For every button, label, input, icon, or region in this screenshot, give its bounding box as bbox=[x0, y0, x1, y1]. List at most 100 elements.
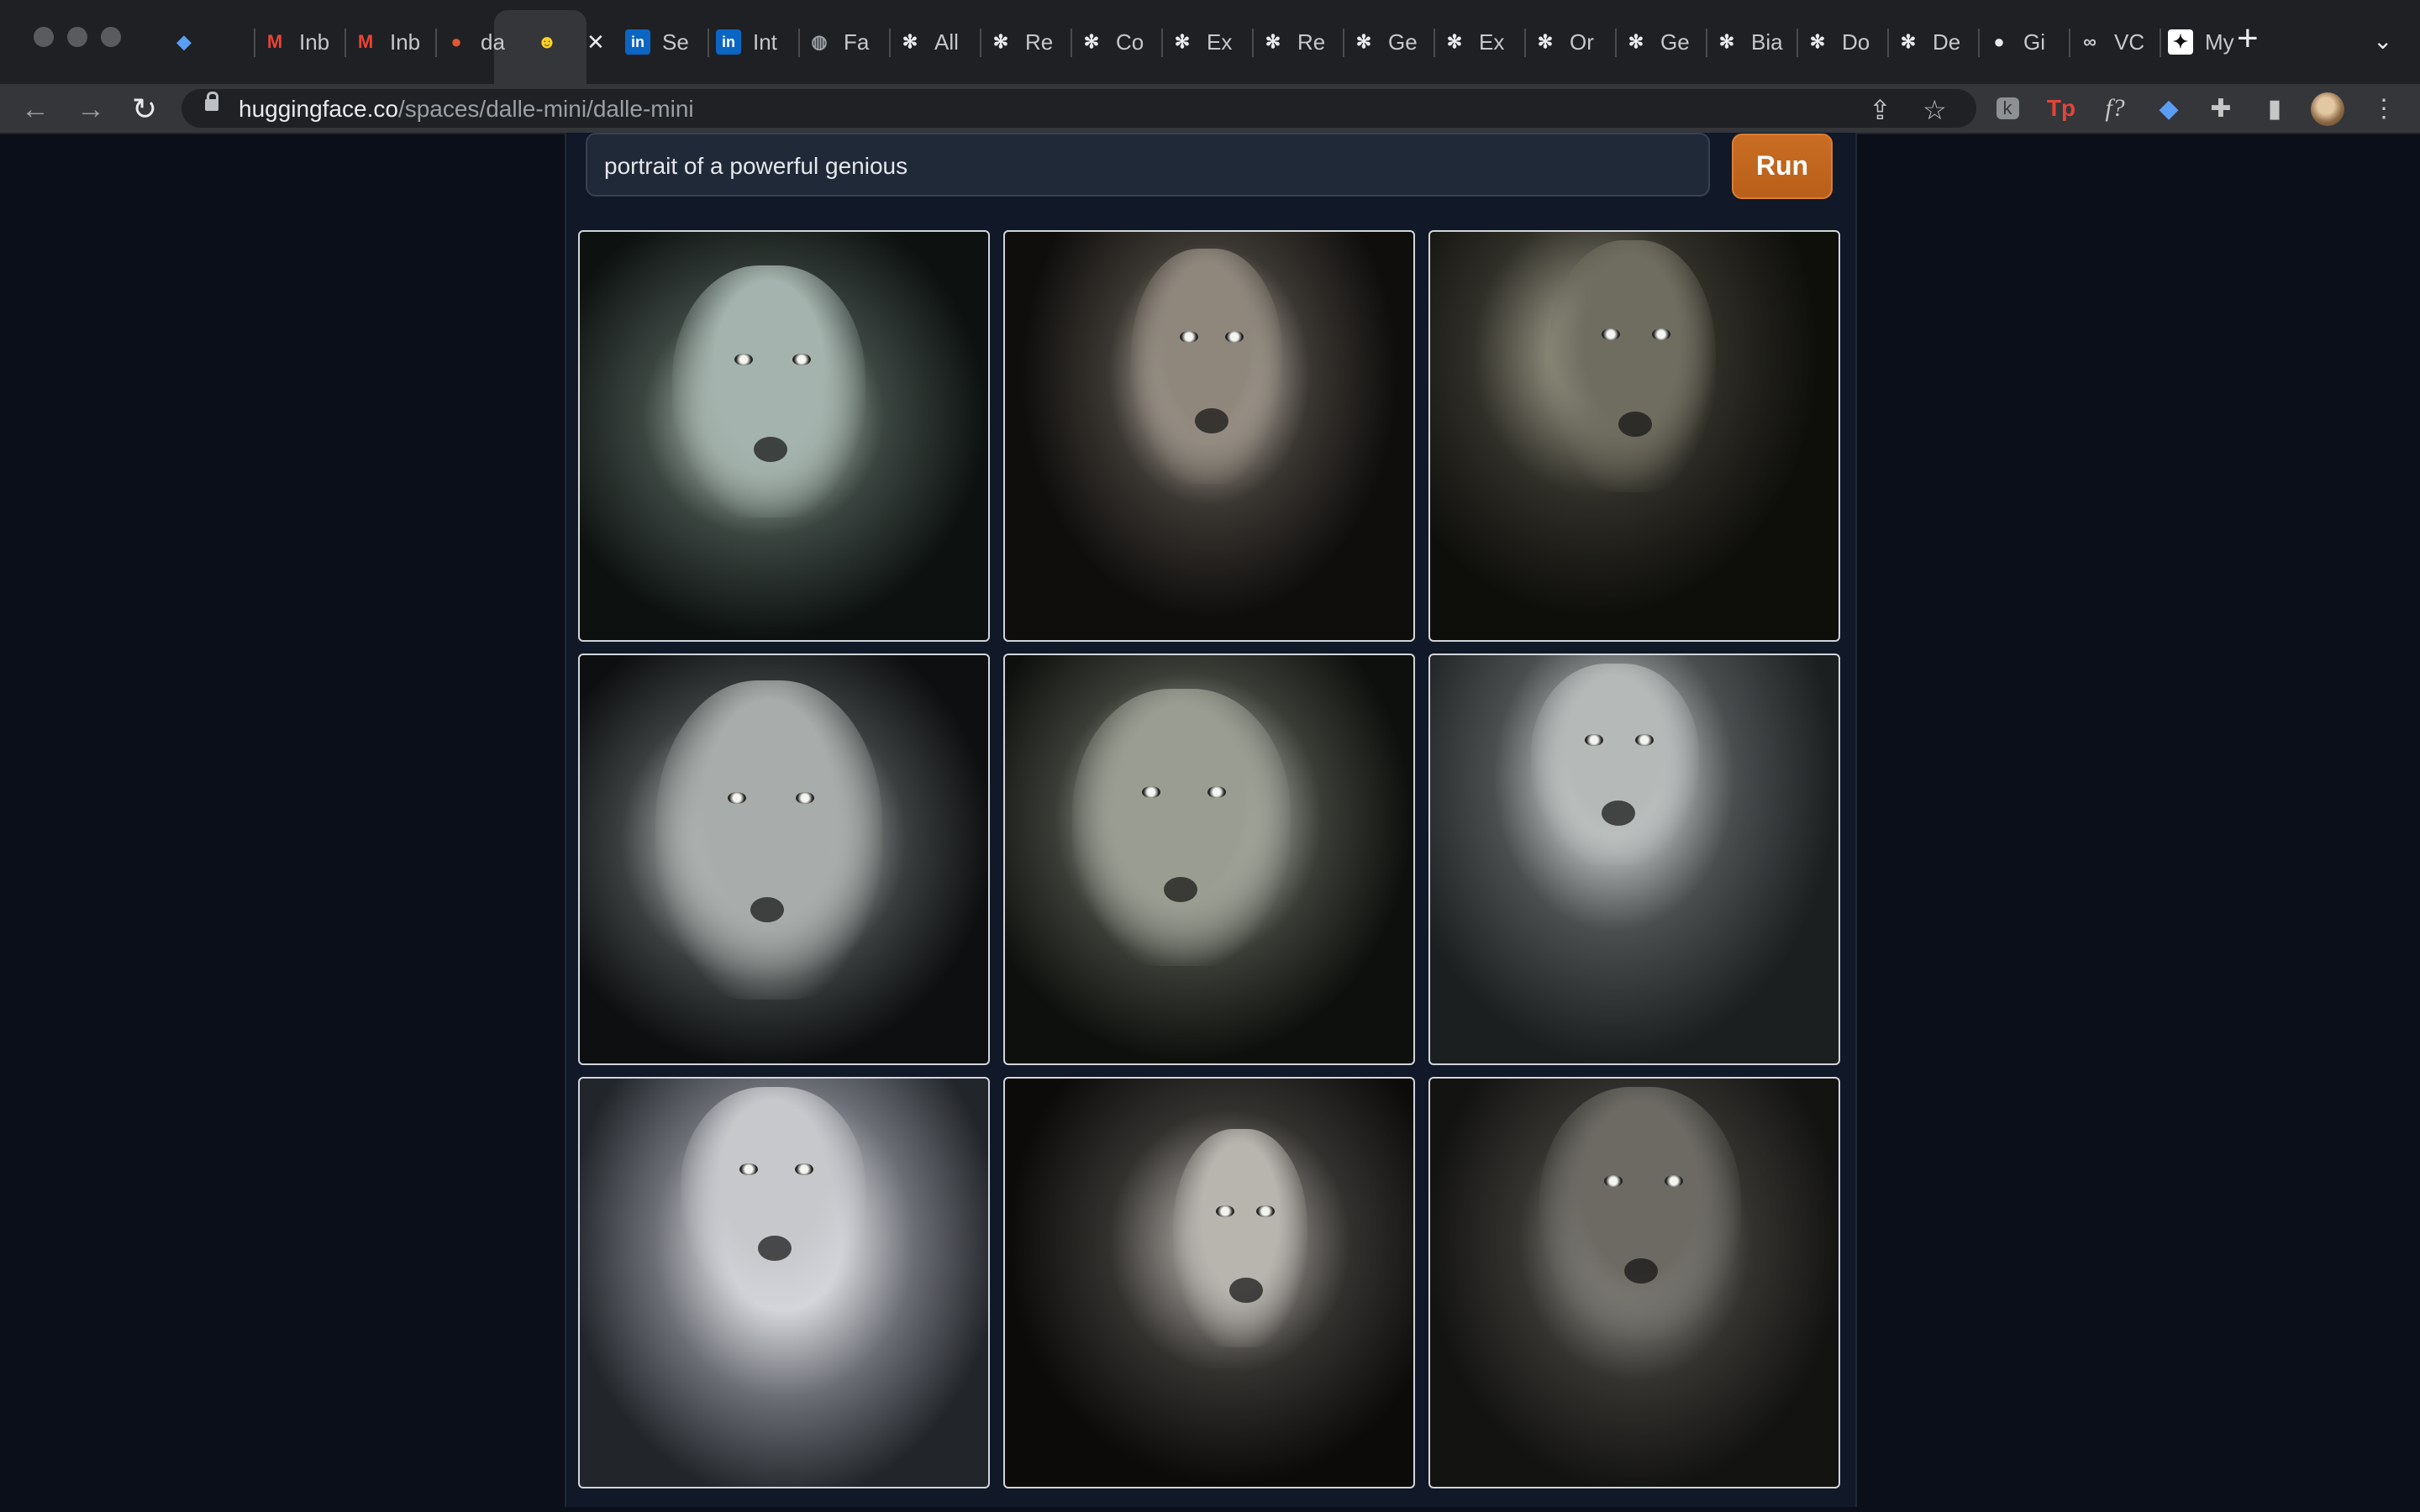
window-close-button[interactable] bbox=[34, 27, 54, 47]
openai-icon: ✻ bbox=[1537, 31, 1554, 52]
extension-f-icon[interactable]: f? bbox=[2097, 91, 2133, 126]
openai-icon: ✻ bbox=[1718, 31, 1735, 52]
generated-image-6[interactable] bbox=[1428, 654, 1840, 1065]
browser-tab-21[interactable]: ● Gi bbox=[1986, 22, 2045, 62]
profile-avatar[interactable] bbox=[2311, 92, 2344, 126]
openai-icon: ✻ bbox=[1083, 31, 1100, 52]
portrait-eye bbox=[734, 354, 753, 365]
forward-arrow-icon[interactable]: → bbox=[74, 92, 108, 126]
browser-tab-16[interactable]: ✻ Or bbox=[1533, 22, 1594, 62]
portrait-eye bbox=[1179, 331, 1198, 343]
extension-diamond-icon[interactable]: ◆ bbox=[2151, 91, 2186, 126]
bookmark-star-icon[interactable]: ☆ bbox=[1923, 94, 1947, 126]
browser-tab-8[interactable]: ◍ Fa bbox=[807, 22, 869, 62]
generated-image-3[interactable] bbox=[1428, 230, 1840, 642]
generated-image-7[interactable] bbox=[578, 1077, 990, 1488]
browser-tab-11[interactable]: ✻ Co bbox=[1079, 22, 1144, 62]
browser-tab-7[interactable]: in Int bbox=[716, 22, 777, 62]
address-bar[interactable]: huggingface.co/spaces/dalle-mini/dalle-m… bbox=[182, 89, 1976, 128]
lock-icon[interactable] bbox=[205, 92, 218, 111]
tab-title: Ge bbox=[1660, 29, 1690, 55]
browser-tab-6[interactable]: in Se bbox=[625, 22, 689, 62]
tab-separator bbox=[2069, 29, 2070, 57]
tab-title: Inb bbox=[299, 29, 330, 55]
browser-tab-12[interactable]: ✻ Ex bbox=[1170, 22, 1233, 62]
window-zoom-button[interactable] bbox=[101, 27, 121, 47]
huggingface-icon: ☻ bbox=[537, 31, 557, 52]
browser-tab-14[interactable]: ✻ Ge bbox=[1351, 22, 1418, 62]
portrait-mouth bbox=[1229, 1277, 1264, 1303]
browser-tab-13[interactable]: ✻ Re bbox=[1260, 22, 1325, 62]
browser-tab-17[interactable]: ✻ Ge bbox=[1623, 22, 1690, 62]
tab-title: Fa bbox=[844, 29, 870, 55]
tab-separator bbox=[1071, 29, 1072, 57]
extensions-puzzle-icon[interactable]: ✚ bbox=[2203, 91, 2238, 126]
generated-image-2[interactable] bbox=[1003, 230, 1415, 642]
portrait-eye bbox=[1142, 785, 1161, 798]
tab-title: Do bbox=[1842, 29, 1870, 55]
tab-separator bbox=[1978, 29, 1980, 57]
tab-title: Inb bbox=[390, 29, 421, 55]
generated-image-1[interactable] bbox=[578, 230, 990, 642]
extension-k-icon[interactable]: k bbox=[1990, 91, 2025, 126]
portrait-face bbox=[1539, 1087, 1741, 1339]
tab-search-chevron-icon[interactable]: ⌄ bbox=[2373, 27, 2392, 55]
generated-image-4[interactable] bbox=[578, 654, 990, 1065]
star-logo-icon: ✦ bbox=[2168, 29, 2193, 55]
window-minimize-button[interactable] bbox=[67, 27, 87, 47]
browser-tab-4[interactable]: ● da bbox=[444, 22, 505, 62]
close-tab-icon[interactable]: ✕ bbox=[587, 29, 605, 55]
tab-strip: ◆ M Inb M Inb ● da ☻ ✕ in Se in Int ◍ Fa ✻ All ✻ Re ✻ Co ✻ Ex ✻… bbox=[0, 0, 2420, 84]
tab-title: Se bbox=[662, 29, 689, 55]
back-arrow-icon[interactable]: ← bbox=[18, 92, 52, 126]
portrait-mouth bbox=[1623, 1258, 1658, 1284]
browser-tab-18[interactable]: ✻ Bia bbox=[1714, 22, 1783, 62]
openai-icon: ✻ bbox=[1174, 31, 1191, 52]
browser-tab-3[interactable]: M Inb bbox=[353, 22, 420, 62]
browser-tab-15[interactable]: ✻ Ex bbox=[1442, 22, 1505, 62]
generated-image-8[interactable] bbox=[1003, 1077, 1415, 1488]
portrait-face bbox=[1072, 689, 1291, 966]
tab-separator bbox=[1615, 29, 1617, 57]
browser-tab-20[interactable]: ✻ De bbox=[1896, 22, 1960, 62]
portrait-eye bbox=[1603, 1175, 1623, 1187]
share-icon[interactable]: ⇪ bbox=[1869, 94, 1891, 126]
browser-tab-2[interactable]: M Inb bbox=[262, 22, 329, 62]
generated-image-9[interactable] bbox=[1428, 1077, 1840, 1488]
browser-tab-10[interactable]: ✻ Re bbox=[988, 22, 1053, 62]
openai-icon: ✻ bbox=[1355, 31, 1372, 52]
generated-image-5[interactable] bbox=[1003, 654, 1415, 1065]
prompt-input[interactable]: portrait of a powerful genious bbox=[586, 133, 1710, 197]
browser-tab-22[interactable]: ∞ VC bbox=[2077, 22, 2144, 62]
tab-separator bbox=[708, 29, 709, 57]
browser-tab-23[interactable]: ✦ My bbox=[2168, 22, 2234, 62]
run-button[interactable]: Run bbox=[1732, 134, 1833, 199]
tab-separator bbox=[1434, 29, 1435, 57]
tab-title: All bbox=[934, 29, 959, 55]
tab-title: Ge bbox=[1388, 29, 1418, 55]
chrome-menu-icon[interactable]: ⋮ bbox=[2366, 91, 2402, 126]
portrait-face bbox=[1131, 249, 1282, 484]
portrait-face bbox=[681, 1087, 865, 1305]
browser-tab-5[interactable]: ☻ ✕ bbox=[534, 22, 605, 62]
portrait-eye bbox=[1585, 734, 1603, 746]
browser-tab-9[interactable]: ✻ All bbox=[897, 22, 959, 62]
tab-separator bbox=[435, 29, 437, 57]
tab-separator bbox=[254, 29, 255, 57]
side-panel-icon[interactable]: ▮ bbox=[2257, 91, 2292, 126]
new-tab-button[interactable]: + bbox=[2237, 20, 2259, 57]
extension-tp-icon[interactable]: Tp bbox=[2044, 91, 2079, 126]
portrait-eye bbox=[1635, 734, 1654, 746]
reload-icon[interactable]: ↻ bbox=[128, 92, 161, 126]
browser-tab-1[interactable]: ◆ bbox=[171, 22, 208, 62]
url-text[interactable]: huggingface.co/spaces/dalle-mini/dalle-m… bbox=[239, 96, 694, 123]
tab-separator bbox=[798, 29, 800, 57]
openai-icon: ✻ bbox=[1446, 31, 1463, 52]
browser-tab-19[interactable]: ✻ Do bbox=[1805, 22, 1870, 62]
github-icon: ● bbox=[1993, 31, 2005, 52]
openai-icon: ✻ bbox=[902, 31, 918, 52]
tab-separator bbox=[1252, 29, 1254, 57]
tab-separator bbox=[889, 29, 891, 57]
tab-separator bbox=[345, 29, 346, 57]
browser-toolbar: ← → ↻ huggingface.co/spaces/dalle-mini/d… bbox=[0, 84, 2420, 134]
